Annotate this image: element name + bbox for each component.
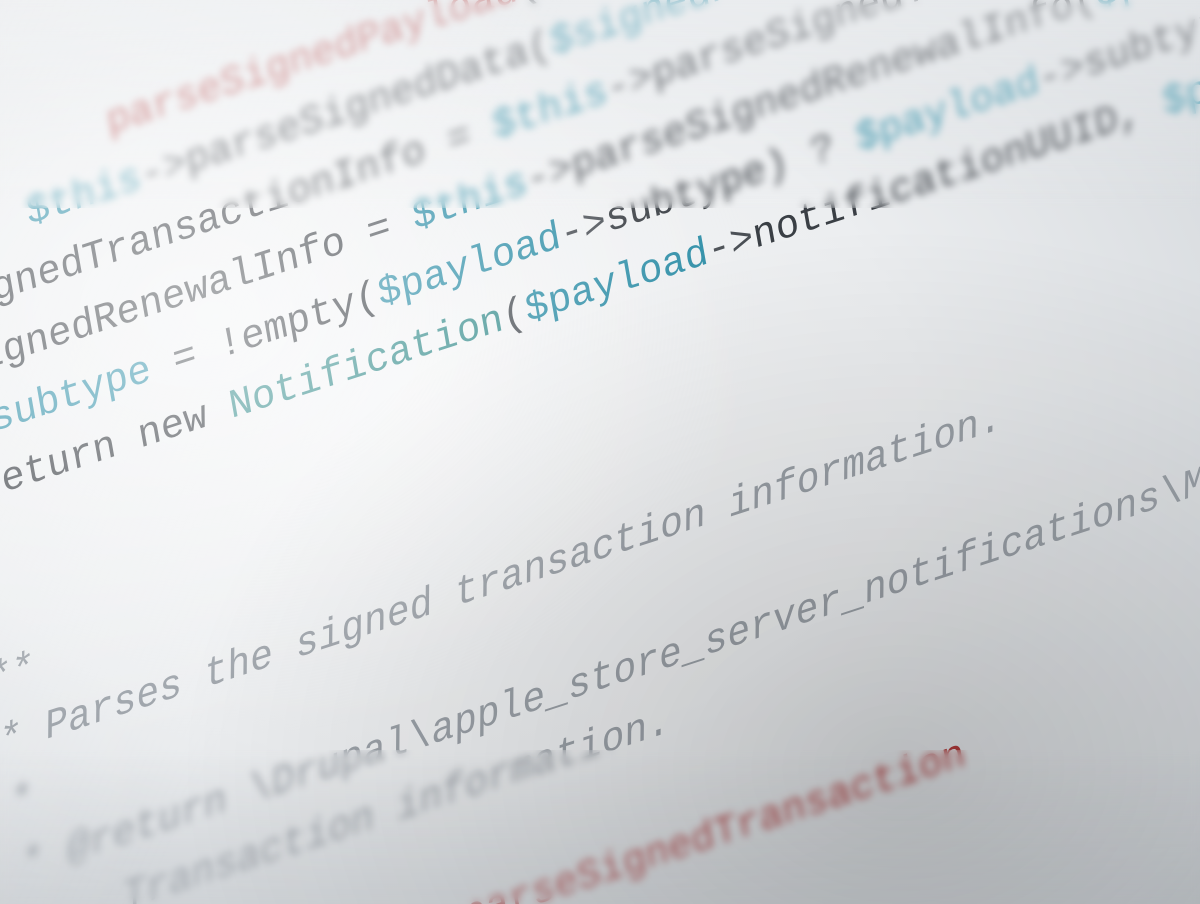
- token-arrow: ->: [1035, 44, 1088, 104]
- screen-photo-viewport: parseSignedPayload(string $signedPayload…: [0, 0, 1200, 904]
- code-editor[interactable]: parseSignedPayload(string $signedPayload…: [0, 0, 1200, 904]
- token-arrow: ->: [557, 199, 610, 259]
- token-op: ?: [807, 118, 860, 178]
- token-arrow: ->: [523, 145, 576, 205]
- token-op: =: [147, 325, 223, 392]
- token-op: =: [363, 197, 416, 257]
- token-arrow: ->: [137, 140, 190, 200]
- token-arrow: ->: [603, 54, 656, 114]
- token-op: =: [444, 106, 497, 166]
- token-arrow: ->: [704, 216, 757, 276]
